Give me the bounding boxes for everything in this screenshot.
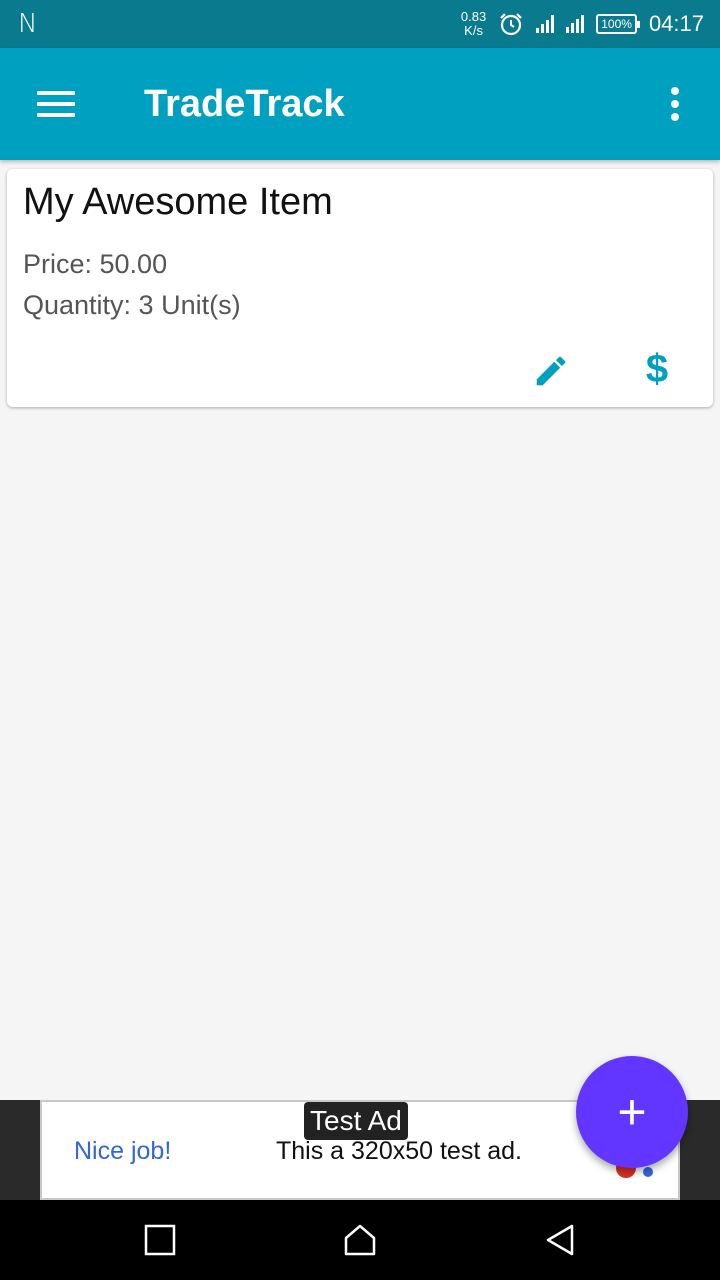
item-card[interactable]: My Awesome Item Price: 50.00 Quantity: 3… — [7, 169, 713, 407]
test-ad-label: Test Ad — [304, 1102, 408, 1140]
item-name: My Awesome Item — [23, 181, 333, 223]
ad-headline: Nice job! — [74, 1137, 172, 1165]
item-price: Price: 50.00 — [23, 249, 168, 279]
status-bar: N 0.83 K/s 100% 04:17 — [0, 0, 720, 48]
sell-button[interactable]: $ — [633, 343, 681, 395]
signal-icon — [536, 15, 555, 33]
home-button[interactable] — [336, 1216, 384, 1264]
menu-button[interactable] — [0, 48, 112, 160]
back-icon — [546, 1224, 574, 1256]
pencil-icon — [536, 356, 566, 386]
recents-button[interactable] — [136, 1216, 184, 1264]
screen: N 0.83 K/s 100% 04:17 TradeTrack My Awes… — [0, 0, 720, 1280]
signal-4g-icon — [566, 15, 585, 33]
square-icon — [144, 1224, 176, 1256]
net-speed-value: 0.83 — [460, 9, 487, 24]
add-item-button[interactable]: + — [576, 1056, 688, 1168]
net-speed-unit: K/s — [464, 23, 483, 38]
edit-button[interactable] — [527, 347, 575, 395]
status-right: 0.83 K/s 100% 04:17 — [461, 10, 704, 38]
net-speed: 0.83 K/s — [461, 10, 486, 38]
nav-bar — [0, 1200, 720, 1280]
carrier-icon: N — [18, 9, 38, 39]
app-title: TradeTrack — [144, 82, 345, 125]
back-button[interactable] — [536, 1216, 584, 1264]
dollar-icon: $ — [645, 346, 669, 391]
app-bar: TradeTrack — [0, 48, 720, 160]
alarm-icon — [500, 13, 523, 36]
status-time: 04:17 — [648, 11, 704, 36]
item-quantity: Quantity: 3 Unit(s) — [23, 290, 241, 320]
plus-icon: + — [617, 1084, 647, 1140]
ad-body: This a 320x50 test ad. — [276, 1137, 522, 1165]
home-icon — [344, 1224, 376, 1256]
more-vert-icon[interactable] — [630, 48, 720, 160]
battery-icon: 100% — [596, 14, 640, 34]
menu-icon — [37, 84, 75, 124]
